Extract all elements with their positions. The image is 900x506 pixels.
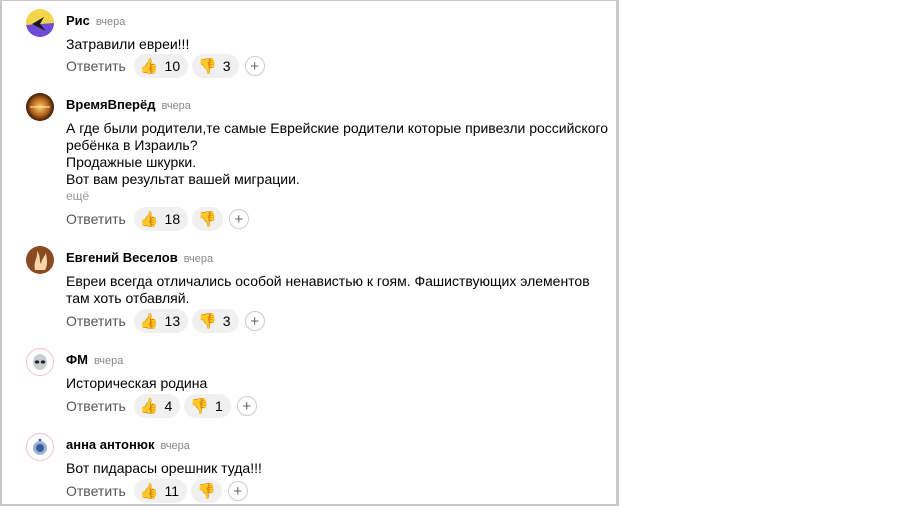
comment-line: ребёнка в Израиль? [66,137,198,153]
comment-time: вчера [160,440,190,452]
reply-button[interactable]: Ответить [66,58,126,74]
avatar[interactable] [26,246,54,274]
comment-line: Продажные шкурки. [66,154,197,170]
thumbs-down-icon: 👎 [197,482,216,500]
comment-line: Вот пидарасы орешник туда!!! [66,460,262,476]
comment-header: Рис вчера [66,12,125,30]
like-button[interactable]: 👍 4 [133,394,181,418]
like-count: 13 [164,313,181,329]
comment-time: вчера [93,355,124,367]
comment-header: ФМ вчера [66,351,123,369]
like-count: 11 [164,483,180,499]
reply-button[interactable]: Ответить [66,313,126,329]
dislike-count: 3 [222,313,231,329]
add-reaction-button[interactable]: + [227,481,248,501]
like-count: 10 [164,58,181,74]
comment-text: А где были родители,те самые Еврейские р… [66,120,616,204]
thumbs-down-icon: 👎 [198,312,217,330]
plus-icon: + [242,397,252,415]
comment-header: Евгений Веселов вчера [66,249,213,267]
plus-icon: + [250,312,259,330]
comment-time: вчера [161,100,191,112]
thumbs-down-icon: 👎 [190,397,210,415]
dislike-button[interactable]: 👎 3 [192,54,239,78]
comment-actions: Ответить 👍 11 👎 + [66,479,248,503]
like-button[interactable]: 👍 10 [133,54,189,78]
dislike-button[interactable]: 👎 [191,479,222,503]
like-count: 4 [164,398,173,414]
reply-button[interactable]: Ответить [66,483,126,499]
reply-button[interactable]: Ответить [66,398,126,414]
comment-header: анна антонюк вчера [66,436,190,454]
comment-text: Затравили евреи!!! [66,36,616,53]
thumbs-down-icon: 👎 [198,57,217,75]
author-name[interactable]: ФМ [66,352,88,367]
comment-actions: Ответить 👍 4 👎 1 + [66,394,257,418]
comment-line: Историческая родина [66,375,208,391]
comment-actions: Ответить 👍 18 👎 + [66,207,249,231]
dislike-button[interactable]: 👎 [192,207,223,231]
author-name[interactable]: Рис [66,13,90,28]
comment-actions: Ответить 👍 13 👎 3 + [66,309,265,333]
comment-text: Вот пидарасы орешник туда!!! [66,460,616,477]
avatar[interactable] [26,9,54,37]
comment-text: Историческая родина [66,375,616,392]
comment-text: Евреи всегда отличались особой ненависть… [66,273,616,307]
comment-line: А где были родители,те самые Еврейские р… [66,120,609,136]
like-button[interactable]: 👍 18 [133,207,189,231]
reply-button[interactable]: Ответить [66,211,126,227]
comments-panel: Рис вчера Затравили евреи!!! Ответить 👍 10… [0,0,619,506]
comment-time: вчера [95,16,126,28]
avatar[interactable] [26,348,54,376]
show-more-link[interactable]: ещё [66,188,616,204]
like-count: 18 [164,211,181,227]
dislike-button[interactable]: 👎 1 [184,394,231,418]
comment-line: там хоть отбавляй. [66,290,190,306]
thumbs-up-icon: 👍 [139,312,159,330]
avatar[interactable] [26,93,54,121]
author-name[interactable]: анна антонюк [66,437,154,452]
like-button[interactable]: 👍 11 [133,479,188,503]
plus-icon: + [233,482,243,500]
comment-line: Евреи всегда отличались особой ненависть… [66,273,590,289]
comment-header: ВремяВперёд вчера [66,96,191,114]
comment-actions: Ответить 👍 10 👎 3 + [66,54,265,78]
add-reaction-button[interactable]: + [244,56,265,76]
plus-icon: + [250,57,259,75]
dislike-count: 3 [222,58,231,74]
dislike-button[interactable]: 👎 3 [192,309,239,333]
dislike-count: 1 [215,398,223,414]
author-name[interactable]: Евгений Веселов [66,250,178,265]
comment-line: Вот вам результат вашей миграции. [66,171,300,187]
comment-line: Затравили евреи!!! [66,36,190,52]
add-reaction-button[interactable]: + [228,209,249,229]
thumbs-down-icon: 👎 [198,210,217,228]
thumbs-up-icon: 👍 [139,57,159,75]
author-name[interactable]: ВремяВперёд [66,97,155,112]
comment-time: вчера [183,253,214,265]
plus-icon: + [234,210,244,228]
like-button[interactable]: 👍 13 [133,309,189,333]
thumbs-up-icon: 👍 [139,397,159,415]
add-reaction-button[interactable]: + [236,396,257,416]
avatar[interactable] [26,433,54,461]
thumbs-up-icon: 👍 [139,482,159,500]
thumbs-up-icon: 👍 [139,210,159,228]
add-reaction-button[interactable]: + [244,311,265,331]
